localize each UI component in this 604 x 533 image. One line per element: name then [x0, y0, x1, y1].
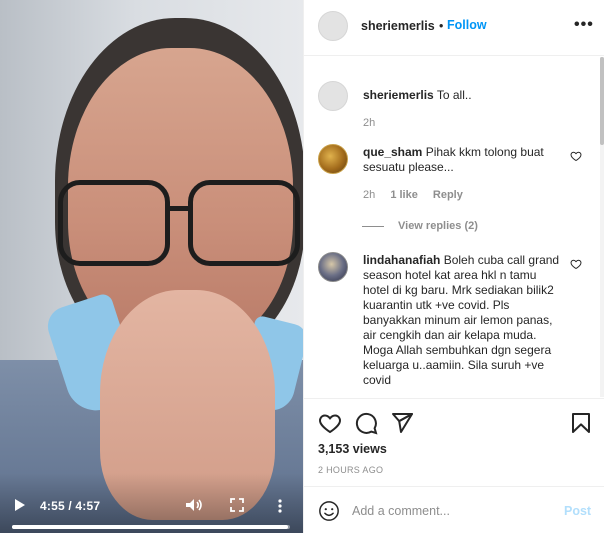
- header-username[interactable]: sheriemerlis: [361, 19, 435, 33]
- comment-input[interactable]: [352, 500, 552, 522]
- avatar[interactable]: [318, 11, 348, 41]
- instagram-post: 4:55 / 4:57 sheriemerlis • Follow ••• sh…: [0, 0, 604, 533]
- lens-bridge: [168, 206, 190, 211]
- heart-icon[interactable]: [570, 150, 582, 162]
- share-icon[interactable]: [390, 411, 414, 435]
- comment-text: Boleh cuba call grand season hotel kat a…: [363, 253, 560, 387]
- video-progress-fill: [12, 525, 289, 529]
- more-options-icon[interactable]: •••: [574, 16, 594, 34]
- scrollbar-thumb[interactable]: [600, 57, 604, 145]
- caption-time[interactable]: 2h: [363, 117, 375, 129]
- caption-username[interactable]: sheriemerlis: [363, 88, 434, 102]
- view-replies-button[interactable]: View replies (2): [362, 220, 478, 232]
- lens-right: [188, 180, 300, 266]
- volume-icon[interactable]: [184, 497, 204, 513]
- heart-icon[interactable]: [318, 411, 342, 435]
- post-header: sheriemerlis • Follow •••: [304, 0, 604, 56]
- video-time: 4:55 / 4:57: [40, 499, 101, 513]
- fullscreen-icon[interactable]: [229, 497, 245, 513]
- view-count[interactable]: 3,153 views: [318, 442, 387, 456]
- follow-button[interactable]: Follow: [447, 18, 487, 32]
- action-bar: [304, 398, 604, 435]
- post-button[interactable]: Post: [564, 504, 591, 518]
- comment-meta: 2h 1 like Reply: [363, 188, 475, 203]
- comment-username[interactable]: lindahanafiah: [363, 253, 440, 267]
- list-item: lindahanafiah Boleh cuba call grand seas…: [318, 252, 582, 397]
- post-timestamp[interactable]: 2 HOURS AGO: [318, 465, 383, 475]
- caption-text: To all..: [436, 88, 472, 102]
- emoji-icon[interactable]: [318, 500, 340, 522]
- comments-scrollbar[interactable]: [600, 57, 604, 397]
- comment-username[interactable]: que_sham: [363, 145, 422, 159]
- more-vertical-icon[interactable]: [274, 497, 286, 515]
- comment-body: lindahanafiah Boleh cuba call grand seas…: [363, 253, 563, 388]
- view-replies-label: View replies (2): [398, 220, 478, 232]
- add-comment-bar: Post: [304, 486, 604, 533]
- video-progress-bar[interactable]: [12, 525, 290, 529]
- view-replies-line: [362, 225, 384, 227]
- caption-meta: 2h: [363, 116, 387, 131]
- caption: sheriemerlis To all.. 2h: [318, 81, 568, 131]
- avatar[interactable]: [318, 252, 348, 282]
- play-icon[interactable]: [12, 497, 28, 513]
- reply-button[interactable]: Reply: [433, 189, 463, 201]
- avatar[interactable]: [318, 144, 348, 174]
- caption-body: sheriemerlis To all..: [363, 88, 568, 103]
- comment-time[interactable]: 2h: [363, 189, 375, 201]
- header-separator: •: [439, 19, 444, 33]
- video-player[interactable]: 4:55 / 4:57: [0, 0, 303, 533]
- post-side-panel: sheriemerlis • Follow ••• sheriemerlis T…: [303, 0, 604, 533]
- video-controls: 4:55 / 4:57: [0, 473, 303, 533]
- comments-list: sheriemerlis To all.. 2h que_sham Pihak …: [304, 57, 604, 397]
- comment-body: que_sham Pihak kkm tolong buat sesuatu p…: [363, 145, 568, 175]
- video-frame-glasses: [58, 180, 303, 270]
- heart-icon[interactable]: [570, 258, 582, 270]
- avatar[interactable]: [318, 81, 348, 111]
- comment-likes[interactable]: 1 like: [390, 189, 418, 201]
- lens-left: [58, 180, 170, 266]
- bookmark-icon[interactable]: [569, 411, 593, 435]
- comment-icon[interactable]: [354, 411, 378, 435]
